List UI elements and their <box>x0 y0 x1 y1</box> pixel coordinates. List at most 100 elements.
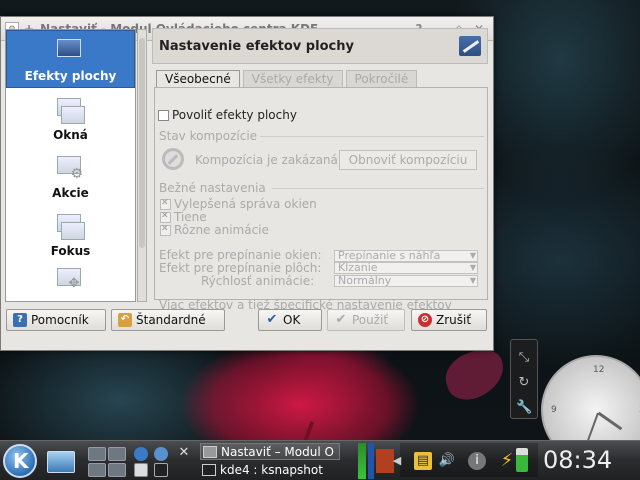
sidebar-item-label: Fokus <box>50 244 91 258</box>
anim-speed-label: Rýchlosť animácie: <box>201 274 315 288</box>
actions-icon: ⚙ <box>56 156 85 182</box>
desktop-switch-combo[interactable]: Kĺzanie ▼ <box>334 262 478 274</box>
tab-bar: Všeobecné Všetky efekty Pokročilé <box>156 70 420 88</box>
module-header: Nastavenie efektov plochy <box>152 28 488 64</box>
task-settings-window[interactable]: Nastaviť – Modul O <box>200 443 340 460</box>
system-tray: ◀ ▤ 🔊 i ⚡ <box>393 443 538 477</box>
wallpaper-leaf <box>439 343 511 406</box>
network-icon[interactable] <box>154 447 168 461</box>
tab-advanced[interactable]: Pokročilé <box>345 70 418 88</box>
option-label: Rôzne animácie <box>174 223 269 237</box>
resize-icon[interactable]: ⤡ <box>516 350 532 366</box>
terminal-icon[interactable] <box>154 463 168 477</box>
browser-icon[interactable] <box>134 447 148 461</box>
divider <box>272 188 484 189</box>
task-label: kde4 : ksnapshot <box>220 463 323 477</box>
option-checkbox[interactable] <box>160 224 171 236</box>
combo-value: Kĺzanie <box>338 262 378 274</box>
wrench-icon[interactable]: 🔧 <box>516 400 532 416</box>
terminal-icon <box>202 464 216 476</box>
option-row[interactable]: Rôzne animácie <box>160 223 269 237</box>
pager-desktop-1[interactable] <box>88 447 106 461</box>
cancel-button[interactable]: ⊘ Zrušiť <box>411 309 487 331</box>
kde-logo-icon: K <box>13 449 29 473</box>
enable-effects-row[interactable]: Povoliť efekty plochy <box>158 108 297 122</box>
undo-icon: ↶ <box>118 313 132 327</box>
move-icon: ✥ <box>56 268 85 294</box>
window-switch-combo[interactable]: Prepínanie s náhľa ▼ <box>334 250 478 262</box>
memory-monitor <box>368 443 374 479</box>
sidebar-item-label: Efekty plochy <box>24 69 117 83</box>
option-checkbox[interactable] <box>160 198 171 210</box>
common-section-label: Bežné nastavenia <box>159 181 266 195</box>
tools-launcher-icon[interactable]: ✕ <box>176 445 192 461</box>
file-manager-icon[interactable] <box>134 463 148 477</box>
window-switch-label: Efekt pre prepínanie okien: <box>159 248 322 262</box>
enable-effects-checkbox[interactable] <box>158 110 169 121</box>
sidebar-item-actions[interactable]: ⚙ Akcie <box>6 146 135 204</box>
widget-handle[interactable]: ⤡ ↻ 🔧 <box>510 339 538 419</box>
windows-icon <box>56 98 85 124</box>
pager-desktop-2[interactable] <box>108 447 126 461</box>
option-checkbox[interactable] <box>160 211 171 223</box>
module-title: Nastavenie efektov plochy <box>159 38 354 54</box>
pager-desktop-4[interactable] <box>108 463 126 477</box>
power-icon[interactable]: ⚡ <box>498 452 516 470</box>
option-row[interactable]: Vylepšená správa okien <box>160 197 317 211</box>
chevron-down-icon: ▼ <box>469 263 476 272</box>
tab-general[interactable]: Všeobecné <box>156 70 240 88</box>
option-row[interactable]: Tiene <box>160 210 207 224</box>
restart-composition-button[interactable]: Obnoviť kompozíciu <box>339 150 477 170</box>
anim-speed-combo[interactable]: Normálny ▼ <box>334 275 478 287</box>
desktop-effects-icon <box>56 39 85 65</box>
desktop-switch-label: Efekt pre prepínanie plôch: <box>159 261 322 275</box>
check-icon: ✔ <box>335 312 347 327</box>
tools-icon <box>459 36 481 56</box>
sidebar-item-label: Okná <box>53 128 88 142</box>
cpu-monitor <box>358 443 366 479</box>
battery-icon[interactable] <box>516 448 528 472</box>
sidebar-item-label: Akcie <box>52 186 89 200</box>
speaker-icon[interactable]: 🔊 <box>438 452 456 470</box>
sidebar-item-focus[interactable]: Fokus <box>6 204 135 262</box>
divider <box>260 136 484 137</box>
sidebar-scrollbar[interactable] <box>137 29 147 302</box>
tab-all-effects[interactable]: Všetky efekty <box>242 70 343 88</box>
help-button[interactable]: ? Pomocník <box>6 309 106 331</box>
defaults-button-label: Štandardné <box>136 313 206 327</box>
task-ksnapshot[interactable]: kde4 : ksnapshot <box>200 462 340 479</box>
sidebar: Efekty plochy Okná ⚙ Akcie Fokus ✥ <box>5 29 136 302</box>
option-label: Tiene <box>174 210 207 224</box>
scrollbar-thumb[interactable] <box>139 38 145 248</box>
ok-button-label: OK <box>283 313 301 327</box>
check-icon: ✔ <box>266 312 278 327</box>
apply-button[interactable]: ✔ Použiť <box>327 309 405 331</box>
enable-effects-label: Povoliť efekty plochy <box>172 108 297 122</box>
clock-number: 9 <box>551 405 557 415</box>
defaults-button[interactable]: ↶ Štandardné <box>111 309 225 331</box>
info-icon[interactable]: i <box>468 452 486 470</box>
sidebar-item-moving[interactable]: ✥ <box>6 262 135 301</box>
rotate-icon[interactable]: ↻ <box>516 375 532 391</box>
option-label: Vylepšená správa okien <box>174 197 317 211</box>
sidebar-item-windows[interactable]: Okná <box>6 88 135 146</box>
chevron-left-icon[interactable]: ◀ <box>388 452 406 470</box>
focus-icon <box>56 214 85 240</box>
clipboard-icon[interactable]: ▤ <box>414 452 432 470</box>
chevron-down-icon: ▼ <box>469 276 476 285</box>
show-desktop-icon[interactable] <box>47 451 75 473</box>
pager-desktop-3[interactable] <box>88 463 106 477</box>
composition-status: Kompozícia je zakázaná <box>195 153 338 167</box>
ok-button[interactable]: ✔ OK <box>258 309 322 331</box>
combo-value: Prepínanie s náhľa <box>338 250 441 262</box>
digital-clock[interactable]: 08:34 <box>543 446 612 474</box>
combo-value: Normálny <box>338 275 392 287</box>
window-icon <box>203 446 217 458</box>
kde-menu-button[interactable]: K <box>3 444 37 478</box>
chevron-down-icon: ▼ <box>469 251 476 260</box>
forbidden-icon <box>162 148 184 170</box>
sidebar-item-desktop-effects[interactable]: Efekty plochy <box>6 30 135 88</box>
help-icon: ? <box>13 313 27 327</box>
clock-number: 12 <box>593 365 605 375</box>
task-label: Nastaviť – Modul O <box>221 445 334 459</box>
